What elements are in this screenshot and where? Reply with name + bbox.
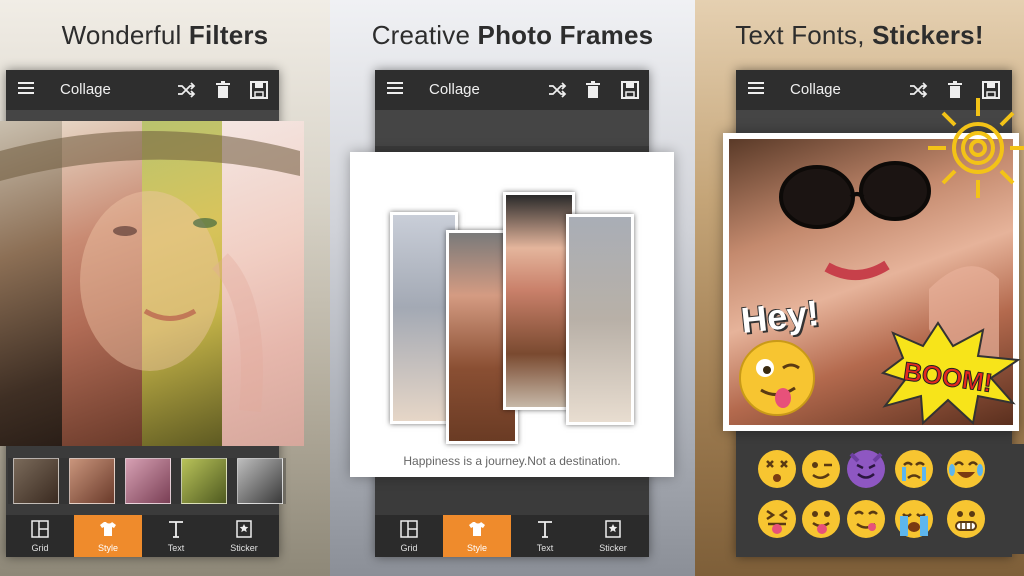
sticker-canvas[interactable]: Hey! BOOM! (723, 98, 1024, 431)
app-title: Collage (429, 81, 480, 98)
tab-sticker-label: Sticker (599, 543, 627, 553)
filter-thumbnail-original[interactable] (13, 458, 59, 504)
portrait-illustration (0, 131, 300, 412)
filter-thumbnail-warm[interactable] (69, 458, 115, 504)
text-icon (169, 521, 183, 538)
tab-text[interactable]: Text (511, 515, 579, 557)
smiling-devil-emoji[interactable] (847, 450, 885, 488)
squinting-tongue-emoji[interactable] (758, 500, 796, 538)
tab-text-label: Text (167, 543, 185, 553)
hey-text-sticker[interactable]: Hey! (739, 292, 821, 342)
boom-sticker[interactable]: BOOM! (873, 318, 1023, 428)
grid-icon (31, 520, 49, 538)
text-icon (538, 521, 552, 538)
tab-grid[interactable]: Grid (375, 515, 443, 557)
headline-frames: Creative Photo Frames (371, 20, 654, 50)
app-bar: Collage (6, 70, 279, 110)
photo-frame-canvas[interactable]: Happiness is a journey.Not a destination… (350, 152, 674, 477)
sticker-icon (236, 520, 252, 538)
menu-icon[interactable] (387, 82, 403, 98)
sticker-icon (605, 520, 621, 538)
shirt-icon (469, 522, 485, 536)
bottom-tab-bar: Grid Style Text Sticker (375, 515, 649, 557)
save-icon[interactable] (249, 80, 269, 100)
tears-of-joy-emoji[interactable] (947, 450, 985, 488)
tab-style-label: Style (97, 543, 118, 553)
tab-grid[interactable]: Grid (6, 515, 74, 557)
filter-thumbnail-row (8, 458, 286, 504)
frame-strip-4[interactable] (566, 214, 634, 425)
grimacing-face-emoji[interactable] (947, 500, 985, 538)
tab-style[interactable]: Style (443, 515, 511, 557)
emoji-picker (736, 444, 1024, 554)
tab-text[interactable]: Text (142, 515, 210, 557)
shirt-icon (100, 522, 116, 536)
winking-face-emoji[interactable] (802, 450, 840, 488)
filter-thumbnail-mono[interactable] (237, 458, 283, 504)
menu-icon[interactable] (748, 82, 764, 98)
app-bar: Collage (375, 70, 649, 110)
frame-strip-3[interactable] (503, 192, 575, 410)
tab-sticker-label: Sticker (230, 543, 258, 553)
save-icon[interactable] (620, 80, 640, 100)
menu-icon[interactable] (18, 82, 34, 98)
tab-style-label: Style (466, 543, 487, 553)
tab-sticker[interactable]: Sticker (579, 515, 647, 557)
filter-thumbnail-rose[interactable] (125, 458, 171, 504)
headline-stickers: Text Fonts, Stickers! (735, 20, 984, 50)
loudly-crying-emoji[interactable] (895, 500, 933, 538)
delete-icon[interactable] (213, 80, 233, 100)
crying-face-emoji[interactable] (895, 450, 933, 488)
filtered-photo[interactable] (0, 121, 304, 446)
tongue-wink-emoji-sticker[interactable] (737, 338, 817, 418)
headline-filters: Wonderful Filters (61, 20, 269, 50)
tab-text-label: Text (536, 543, 554, 553)
toolbar-strip (375, 110, 649, 146)
grid-icon (400, 520, 418, 538)
app-title: Collage (790, 81, 841, 98)
bottom-tab-bar: Grid Style Text Sticker (6, 515, 279, 557)
frame-caption: Happiness is a journey.Not a destination… (403, 454, 621, 468)
tab-sticker[interactable]: Sticker (210, 515, 278, 557)
app-title: Collage (60, 81, 111, 98)
tab-grid-label: Grid (31, 543, 49, 553)
tongue-out-emoji[interactable] (802, 500, 840, 538)
delete-icon[interactable] (583, 80, 603, 100)
sun-sticker[interactable] (923, 93, 1024, 203)
filter-thumbnail-vivid[interactable] (181, 458, 227, 504)
tab-grid-label: Grid (400, 543, 418, 553)
yum-face-emoji[interactable] (847, 500, 885, 538)
dizzy-face-emoji[interactable] (758, 450, 796, 488)
tab-style[interactable]: Style (74, 515, 142, 557)
shuffle-icon[interactable] (547, 80, 567, 100)
shuffle-icon[interactable] (176, 80, 196, 100)
